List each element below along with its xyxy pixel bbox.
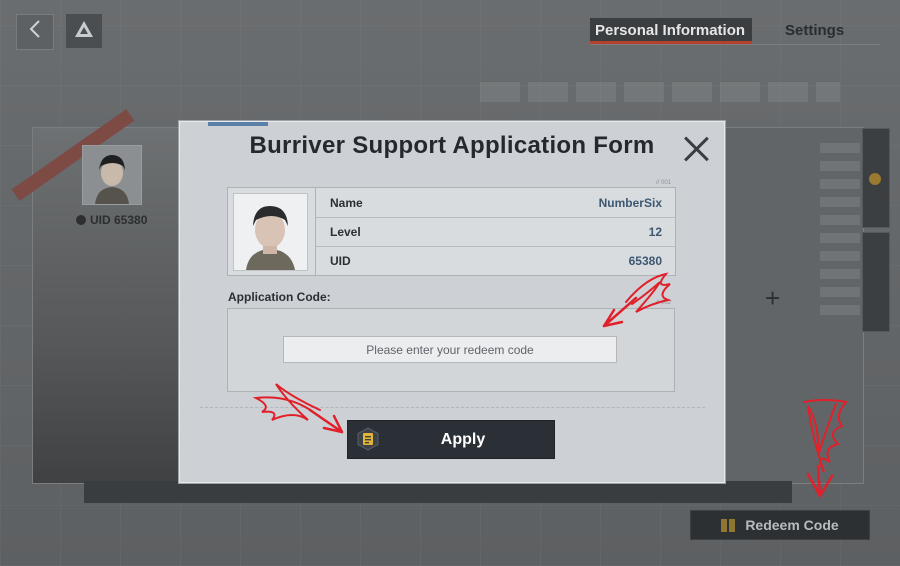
- divider: [200, 407, 705, 408]
- application-form-modal: Burriver Support Application Form // 001…: [179, 121, 725, 483]
- info-label-level: Level: [330, 225, 361, 239]
- info-value-name: NumberSix: [598, 195, 662, 210]
- back-arrow-icon: [28, 19, 42, 45]
- redeem-code-input[interactable]: [283, 336, 617, 363]
- info-row-name: Name NumberSix: [316, 188, 676, 217]
- side-tab-1[interactable]: [862, 128, 890, 228]
- tab-settings[interactable]: Settings: [785, 18, 844, 44]
- info-value-level: 12: [648, 225, 662, 239]
- info-row-level: Level 12: [316, 217, 676, 246]
- apply-label: Apply: [440, 431, 486, 448]
- tiny-code-mid: // 002: [656, 300, 672, 306]
- tab-subtext-decoration: [480, 82, 840, 102]
- info-row-uid: UID 65380: [316, 246, 676, 275]
- top-tabs: Personal Information Settings: [590, 18, 880, 45]
- decorative-lettering: [820, 135, 860, 315]
- side-tab-dot-icon: [869, 173, 881, 185]
- side-tab-2[interactable]: [862, 232, 890, 332]
- application-code-label: Application Code:: [228, 290, 331, 304]
- tab-personal-information[interactable]: Personal Information: [590, 18, 752, 44]
- card-base: [84, 481, 792, 503]
- info-label-name: Name: [330, 195, 363, 210]
- tiny-code-top: // 001: [656, 180, 672, 186]
- uid-icon: [76, 215, 86, 225]
- modal-title: Burriver Support Application Form: [249, 132, 655, 159]
- plus-icon[interactable]: +: [765, 283, 780, 314]
- logo-icon: [74, 20, 94, 43]
- logo-button[interactable]: [66, 14, 102, 48]
- application-code-box: [227, 308, 675, 392]
- player-info-box: Name NumberSix Level 12 UID 65380: [227, 187, 676, 276]
- modal-accent: [208, 122, 268, 126]
- player-portrait: [233, 193, 308, 271]
- uid-label: UID 65380: [76, 213, 147, 227]
- avatar[interactable]: [82, 145, 142, 205]
- back-button[interactable]: [16, 14, 54, 50]
- info-label-uid: UID: [330, 254, 351, 268]
- uid-text: UID 65380: [90, 213, 148, 227]
- gift-icon: [721, 518, 736, 532]
- close-icon[interactable]: [681, 134, 711, 164]
- info-value-uid: 65380: [628, 254, 662, 268]
- redeem-code-button[interactable]: Redeem Code: [690, 510, 870, 540]
- player-info-table: Name NumberSix Level 12 UID 65380: [315, 188, 676, 275]
- apply-button[interactable]: Apply: [347, 420, 555, 459]
- redeem-code-label: Redeem Code: [745, 517, 839, 533]
